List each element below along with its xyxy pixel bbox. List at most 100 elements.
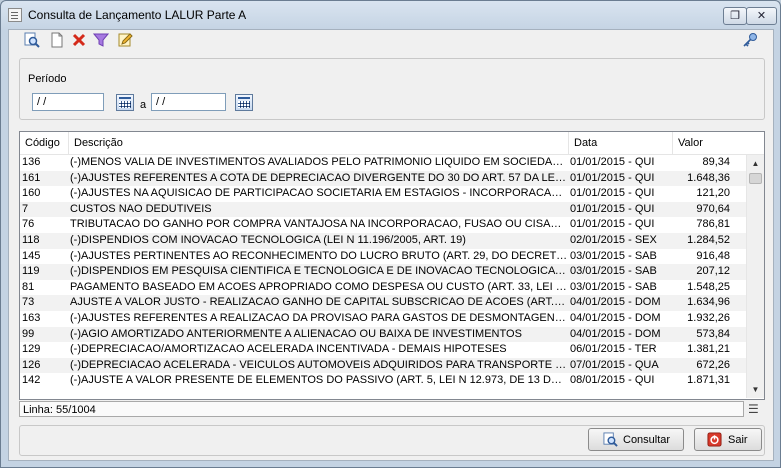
new-document-icon[interactable] (48, 32, 66, 50)
cell-descricao: (-)AJUSTES NA AQUISICAO DE PARTICIPACAO … (70, 187, 568, 200)
close-button[interactable]: ✕ (746, 7, 777, 25)
cell-data: 08/01/2015 - QUI (570, 374, 655, 387)
filter-icon[interactable] (92, 32, 110, 50)
cell-data: 04/01/2015 - DOM (570, 296, 661, 309)
table-row[interactable]: 99 (-)AGIO AMORTIZADO ANTERIORMENTE A ALI… (20, 326, 746, 343)
cell-codigo: 7 (22, 202, 29, 215)
consultar-button[interactable]: Consultar (588, 428, 684, 451)
sair-button[interactable]: Sair (694, 428, 762, 451)
scroll-down-icon[interactable]: ▼ (747, 381, 764, 398)
table-row[interactable]: 119 (-)DISPENDIOS EM PESQUISA CIENTIFICA … (20, 264, 746, 280)
table-row[interactable]: 73 AJUSTE A VALOR JUSTO - REALIZACAO GANH… (20, 295, 746, 311)
table-row[interactable]: 136 (-)MENOS VALIA DE INVESTIMENTOS AVALI… (20, 155, 746, 171)
cell-valor: 1.932,26 (687, 311, 730, 324)
consultar-label: Consultar (623, 434, 671, 446)
table-row[interactable]: 7 CUSTOS NAO DEDUTIVEIS 01/01/2015 - QUI 97… (20, 201, 746, 218)
app-icon (8, 8, 22, 22)
cell-data: 01/01/2015 - QUI (570, 156, 655, 168)
delete-icon[interactable] (70, 32, 88, 50)
status-bar: Linha: 55/1004 (19, 401, 744, 417)
table-row[interactable]: 76 TRIBUTACAO DO GANHO POR COMPRA VANTAJO… (20, 217, 746, 233)
cell-codigo: 142 (22, 374, 41, 387)
cell-data: 07/01/2015 - QUA (570, 358, 659, 371)
cell-valor: 786,81 (696, 218, 730, 231)
cell-data: 03/01/2015 - SAB (570, 265, 657, 278)
restore-button[interactable]: ❐ (723, 7, 747, 25)
column-header-data[interactable]: Data (569, 132, 673, 154)
periodo-label: Período (28, 73, 67, 85)
cell-codigo: 118 (22, 233, 40, 246)
column-header-codigo[interactable]: Código (20, 132, 69, 154)
cell-descricao: (-)AJUSTES REFERENTES A REALIZACAO DA PR… (70, 311, 568, 324)
cell-data: 03/01/2015 - SAB (570, 249, 657, 262)
search-icon[interactable] (23, 32, 41, 50)
cell-codigo: 129 (22, 343, 41, 356)
cell-data: 02/01/2015 - SEX (570, 233, 657, 246)
cell-codigo: 136 (22, 156, 41, 168)
exit-icon (707, 432, 722, 447)
cell-descricao: (-)DISPENDIOS EM PESQUISA CIENTIFICA E T… (70, 265, 568, 278)
cell-descricao: (-)AJUSTE A VALOR PRESENTE DE ELEMENTOS … (70, 374, 568, 387)
table-header: Código Descrição Data Valor (20, 132, 764, 155)
date-separator: a (140, 99, 147, 111)
cell-codigo: 76 (22, 218, 35, 231)
menu-icon[interactable]: ☰ (748, 403, 762, 415)
client-area: Período a Código Descrição Data Valor 13… (8, 29, 774, 461)
calendar-icon[interactable] (116, 94, 134, 111)
restore-icon: ❐ (730, 10, 740, 22)
cell-valor: 121,20 (696, 187, 730, 200)
column-header-valor[interactable]: Valor (673, 132, 764, 154)
table-row[interactable]: 160 (-)AJUSTES NA AQUISICAO DE PARTICIPAC… (20, 186, 746, 202)
cell-valor: 573,84 (696, 327, 730, 340)
cell-valor: 672,26 (696, 358, 730, 371)
main-window: Consulta de Lançamento LALUR Parte A ❐ ✕ (0, 0, 781, 468)
cell-descricao: AJUSTE A VALOR JUSTO - REALIZACAO GANHO … (70, 296, 568, 309)
cell-codigo: 119 (22, 265, 40, 278)
scroll-thumb[interactable] (749, 173, 762, 184)
table-row[interactable]: 142 (-)AJUSTE A VALOR PRESENTE DE ELEMENT… (20, 373, 746, 389)
cell-codigo: 161 (22, 171, 41, 184)
column-header-descricao[interactable]: Descrição (69, 132, 569, 154)
cell-descricao: (-)DEPRECIACAO/AMORTIZACAO ACELERADA INC… (70, 343, 507, 356)
cell-valor: 1.648,36 (687, 171, 730, 184)
cell-descricao: (-)DISPENDIOS COM INOVACAO TECNOLOGICA (… (70, 233, 466, 246)
cell-data: 01/01/2015 - QUI (570, 171, 655, 184)
cell-descricao: (-)AGIO AMORTIZADO ANTERIORMENTE A ALIEN… (70, 327, 522, 340)
table-row[interactable]: 145 (-)AJUSTES PERTINENTES AO RECONHECIME… (20, 249, 746, 265)
search-icon (603, 432, 618, 447)
toolbar (9, 30, 773, 52)
cell-data: 06/01/2015 - TER (570, 343, 657, 356)
scroll-up-icon[interactable]: ▲ (747, 155, 764, 172)
cell-valor: 89,34 (702, 156, 730, 168)
cell-data: 01/01/2015 - QUI (570, 187, 655, 200)
vertical-scrollbar[interactable]: ▲ ▼ (746, 155, 764, 398)
calendar-icon[interactable] (235, 94, 253, 111)
cell-codigo: 73 (22, 296, 35, 309)
cell-valor: 1.381,21 (687, 343, 730, 356)
cell-codigo: 99 (22, 327, 35, 340)
table-row[interactable]: 161 (-)AJUSTES REFERENTES A COTA DE DEPRE… (20, 170, 746, 187)
cell-data: 04/01/2015 - DOM (570, 327, 661, 340)
cell-valor: 1.548,25 (687, 280, 730, 293)
cell-descricao: (-)DEPRECIACAO ACELERADA - VEICULOS AUTO… (70, 358, 568, 371)
date-start-field[interactable] (32, 93, 104, 111)
table-row[interactable]: 163 (-)AJUSTES REFERENTES A REALIZACAO DA… (20, 311, 746, 327)
table-row[interactable]: 81 PAGAMENTO BASEADO EM ACOES APROPRIADO … (20, 280, 746, 296)
date-end-field[interactable] (151, 93, 226, 111)
key-icon[interactable] (741, 32, 759, 50)
cell-codigo: 163 (22, 311, 41, 324)
table-row[interactable]: 126 (-)DEPRECIACAO ACELERADA - VEICULOS A… (20, 357, 746, 374)
cell-codigo: 160 (22, 187, 41, 200)
cell-data: 04/01/2015 - DOM (570, 311, 661, 324)
cell-valor: 1.871,31 (687, 374, 730, 387)
title-bar[interactable]: Consulta de Lançamento LALUR Parte A ❐ ✕ (1, 1, 780, 29)
table-row[interactable]: 118 (-)DISPENDIOS COM INOVACAO TECNOLOGIC… (20, 232, 746, 249)
cell-descricao: (-)AJUSTES PERTINENTES AO RECONHECIMENTO… (70, 249, 568, 262)
cell-data: 03/01/2015 - SAB (570, 280, 657, 293)
close-icon: ✕ (756, 10, 767, 22)
table-body: 136 (-)MENOS VALIA DE INVESTIMENTOS AVALI… (20, 155, 746, 389)
edit-icon[interactable] (116, 32, 134, 50)
table-row[interactable]: 129 (-)DEPRECIACAO/AMORTIZACAO ACELERADA … (20, 342, 746, 358)
cell-descricao: (-)AJUSTES REFERENTES A COTA DE DEPRECIA… (70, 171, 568, 184)
cell-valor: 970,64 (696, 202, 730, 215)
